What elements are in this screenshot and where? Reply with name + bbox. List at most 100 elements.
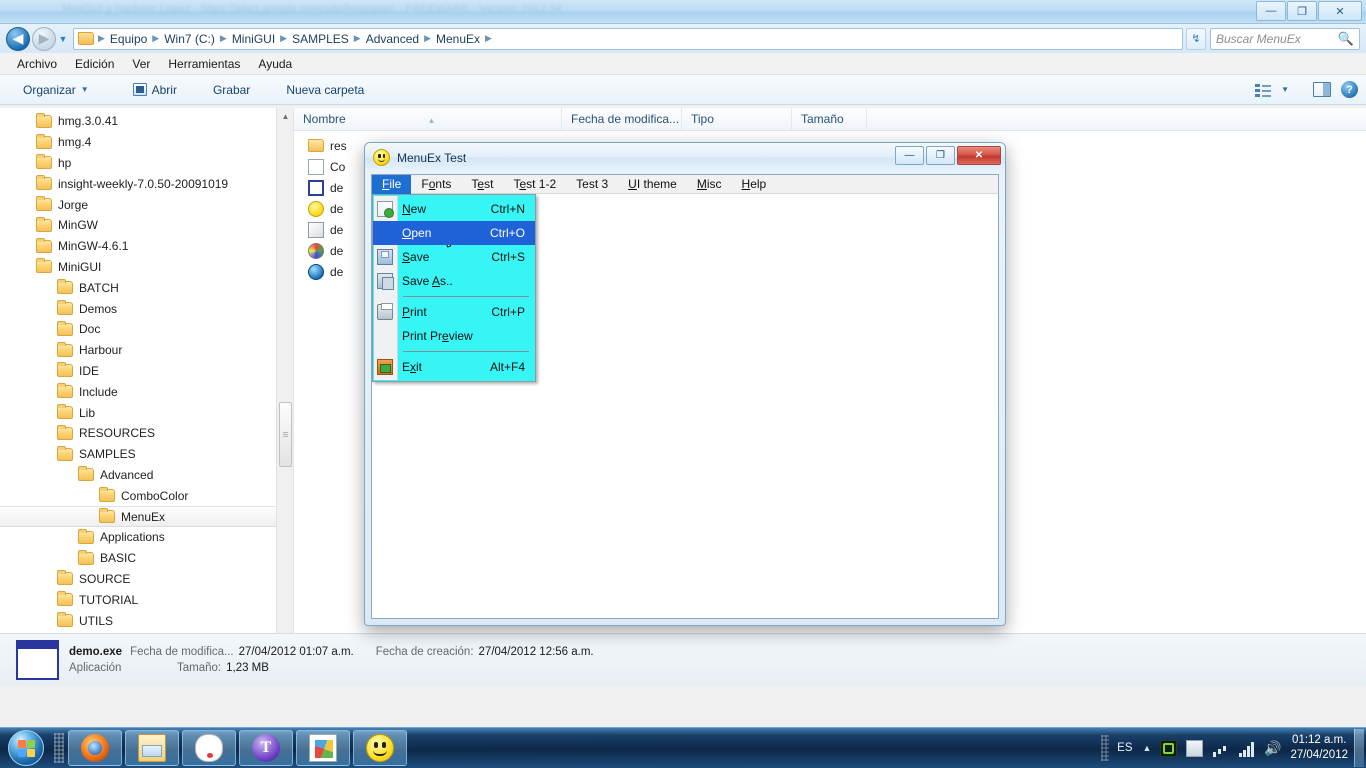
restore-button[interactable]: ❐ — [1287, 1, 1317, 21]
history-dropdown-icon[interactable]: ▼ — [56, 34, 70, 44]
burn-button[interactable]: Grabar — [202, 80, 261, 100]
menu-herramientas[interactable]: Herramientas — [159, 55, 249, 73]
tree-item-insight-weekly-7-0-50-20091019[interactable]: insight-weekly-7.0.50-20091019 — [0, 173, 293, 194]
tree-item-hp[interactable]: hp — [0, 153, 293, 174]
scrollbar-thumb[interactable] — [279, 402, 292, 467]
tree-item-include[interactable]: Include — [0, 381, 293, 402]
menuex-titlebar[interactable]: MenuEx Test — ❐ ✕ — [365, 143, 1005, 172]
taskbar-button-firefox[interactable] — [68, 730, 122, 766]
tray-grip[interactable] — [1101, 735, 1110, 761]
tree-item-tutorial[interactable]: TUTORIAL — [0, 589, 293, 610]
navigation-scrollbar[interactable]: ▲ ▼ — [276, 108, 293, 674]
tree-item-hmg-3-0-41[interactable]: hmg.3.0.41 — [0, 111, 293, 132]
quicklaunch-grip[interactable] — [54, 733, 64, 763]
network-icon[interactable] — [1212, 740, 1229, 757]
menu-archivo[interactable]: Archivo — [8, 55, 66, 73]
taskbar-button-explorer[interactable] — [125, 730, 179, 766]
menuex-menu-help[interactable]: Help — [732, 175, 777, 194]
menu-item-open[interactable]: Open Ctrl+O — [373, 221, 535, 245]
volume-icon[interactable]: 🔊 — [1264, 740, 1281, 757]
menuex-menu-ui-theme[interactable]: UI theme — [618, 175, 687, 194]
breadcrumb-item-samples[interactable]: SAMPLES — [288, 32, 353, 46]
menuex-menu-test-3[interactable]: Test 3 — [566, 175, 618, 194]
signal-bars-icon[interactable] — [1238, 740, 1255, 757]
scroll-up-icon[interactable]: ▲ — [277, 108, 293, 125]
green-monitor-icon[interactable] — [1160, 739, 1178, 757]
tree-item-samples[interactable]: SAMPLES — [0, 444, 293, 465]
back-arrow-icon[interactable]: ◀ — [6, 26, 30, 51]
minimize-button[interactable]: — — [1256, 1, 1286, 21]
flag-action-center-icon[interactable] — [1186, 739, 1204, 757]
change-view-icon[interactable] — [1255, 83, 1272, 97]
language-indicator[interactable]: ES — [1117, 742, 1132, 754]
breadcrumb-item-win7[interactable]: Win7 (C:) — [160, 32, 219, 46]
tree-item-utils[interactable]: UTILS — [0, 610, 293, 631]
chevron-down-icon[interactable]: ▼ — [1281, 85, 1289, 94]
menu-item-exit[interactable]: Exit Alt+F4 — [373, 355, 535, 379]
breadcrumb-item-advanced[interactable]: Advanced — [362, 32, 423, 46]
close-button[interactable]: ✕ — [1318, 1, 1362, 21]
tree-item-demos[interactable]: Demos — [0, 298, 293, 319]
tree-item-mingw[interactable]: MinGW — [0, 215, 293, 236]
menuex-minimize-button[interactable]: — — [895, 146, 924, 165]
taskbar-button-bunny-app[interactable] — [182, 730, 236, 766]
tree-item-source[interactable]: SOURCE — [0, 569, 293, 590]
column-header-fecha[interactable]: Fecha de modifica... — [562, 107, 682, 131]
column-header-tamano[interactable]: Tamaño — [792, 107, 867, 131]
help-icon[interactable]: ? — [1341, 81, 1358, 98]
menu-edicion[interactable]: Edición — [66, 55, 123, 73]
tree-item-doc[interactable]: Doc — [0, 319, 293, 340]
forward-arrow-icon[interactable]: ▶ — [32, 26, 56, 51]
menu-item-save[interactable]: Save Ctrl+S — [373, 245, 535, 269]
breadcrumb-item-minigui[interactable]: MiniGUI — [228, 32, 279, 46]
menu-ver[interactable]: Ver — [123, 55, 159, 73]
tree-item-resources[interactable]: RESOURCES — [0, 423, 293, 444]
tree-item-batch[interactable]: BATCH — [0, 277, 293, 298]
breadcrumb[interactable]: ▶ Equipo ▶ Win7 (C:) ▶ MiniGUI ▶ SAMPLES… — [73, 27, 1183, 50]
taskbar-button-menuex-test[interactable] — [353, 730, 407, 766]
menuex-maximize-button[interactable]: ❐ — [926, 146, 955, 165]
taskbar: T ES ▲ 🔊 01:12 a.m. 27/04/2012 — [0, 727, 1366, 768]
start-button[interactable] — [2, 729, 50, 767]
tree-item-advanced[interactable]: Advanced — [0, 465, 293, 486]
taskbar-button-windows-app[interactable] — [296, 730, 350, 766]
organize-button[interactable]: Organizar ▼ — [12, 80, 100, 100]
menu-item-save-as-[interactable]: Save As.. — [373, 269, 535, 293]
column-header-nombre[interactable]: ▲ Nombre — [294, 107, 562, 131]
tree-item-applications[interactable]: Applications — [0, 527, 293, 548]
breadcrumb-item-menuex[interactable]: MenuEx — [432, 32, 484, 46]
menu-item-print-preview[interactable]: Print Preview — [373, 324, 535, 348]
tree-item-mingw-4-6-1[interactable]: MinGW-4.6.1 — [0, 236, 293, 257]
menuex-menu-test-1-2[interactable]: Test 1-2 — [503, 175, 566, 194]
file-name: de — [330, 201, 344, 216]
explorer-titlebar[interactable]: MiniGUI y Harbour Lopez - https://sites.… — [0, 0, 1366, 24]
menu-item-new[interactable]: New Ctrl+N — [373, 197, 535, 221]
menuex-menu-fonts[interactable]: Fonts — [411, 175, 461, 194]
new-folder-button[interactable]: Nueva carpeta — [275, 80, 375, 100]
menuex-close-button[interactable]: ✕ — [957, 146, 1001, 165]
tree-item-basic[interactable]: BASIC — [0, 548, 293, 569]
open-button[interactable]: Abrir — [122, 80, 188, 100]
menu-item-print[interactable]: Print Ctrl+P — [373, 300, 535, 324]
tree-item-harbour[interactable]: Harbour — [0, 340, 293, 361]
menuex-menu-file[interactable]: File — [372, 174, 412, 194]
taskbar-button-t-app[interactable]: T — [239, 730, 293, 766]
tree-item-ide[interactable]: IDE — [0, 361, 293, 382]
clock[interactable]: 01:12 a.m. 27/04/2012 — [1290, 733, 1348, 763]
tree-item-menuex[interactable]: MenuEx — [0, 506, 293, 527]
column-header-tipo[interactable]: Tipo — [682, 107, 792, 131]
menuex-menu-test[interactable]: Test — [461, 175, 503, 194]
tree-item-lib[interactable]: Lib — [0, 402, 293, 423]
show-hidden-icons-icon[interactable]: ▲ — [1143, 743, 1152, 753]
preview-pane-icon[interactable] — [1313, 82, 1331, 97]
menuex-menu-misc[interactable]: Misc — [687, 175, 732, 194]
tree-item-jorge[interactable]: Jorge — [0, 194, 293, 215]
tree-item-combocolor[interactable]: ComboColor — [0, 485, 293, 506]
menu-ayuda[interactable]: Ayuda — [249, 55, 301, 73]
show-desktop-button[interactable] — [1354, 729, 1364, 767]
tree-item-minigui[interactable]: MiniGUI — [0, 257, 293, 278]
refresh-icon[interactable]: ↯ — [1186, 27, 1206, 50]
tree-item-hmg-4[interactable]: hmg.4 — [0, 132, 293, 153]
search-input[interactable]: Buscar MenuEx 🔍 — [1210, 27, 1360, 50]
breadcrumb-item-equipo[interactable]: Equipo — [106, 32, 151, 46]
